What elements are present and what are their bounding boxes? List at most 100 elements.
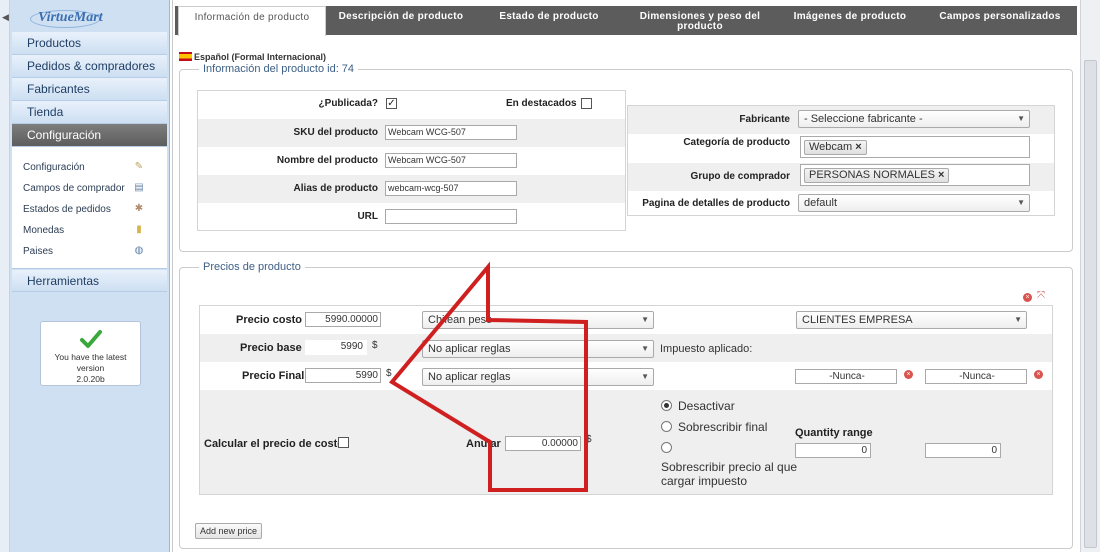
tax-applied-label: Impuesto aplicado: xyxy=(660,343,753,355)
date-to-input[interactable]: -Nunca- xyxy=(925,369,1027,384)
sidebar-menu: Productos Pedidos & compradores Fabrican… xyxy=(12,32,167,147)
manufacturer-select[interactable]: - Seleccione fabricante - ▼ xyxy=(798,110,1030,128)
submenu-item-paises[interactable]: Paises ◍ xyxy=(12,241,167,262)
tab-estado[interactable]: Estado de producto xyxy=(493,6,605,35)
tab-informacion[interactable]: Información de producto xyxy=(178,6,326,36)
sidebar-submenu: Configuración ✎ Campos de comprador ▤ Esta… xyxy=(12,147,167,269)
chevron-down-icon: ▼ xyxy=(641,344,649,353)
currency-select[interactable]: Chilean peso ▼ xyxy=(422,311,654,329)
final-rule-select[interactable]: No aplicar reglas ▼ xyxy=(422,368,654,386)
prices-legend: Precios de producto xyxy=(199,261,305,273)
clear-date-from-icon[interactable]: × xyxy=(904,370,913,379)
details-page-label: Pagina de detalles de producto xyxy=(642,198,790,209)
quantity-range-label: Quantity range xyxy=(795,427,873,439)
base-currency-symbol: $ xyxy=(372,340,378,351)
featured-label: En destacados xyxy=(506,98,577,109)
tab-campos[interactable]: Campos personalizados xyxy=(935,6,1065,35)
calc-cost-label: Calcular el precio de coste xyxy=(204,438,344,450)
main-border xyxy=(172,0,173,552)
language-label: Español (Formal Internacional) xyxy=(179,52,326,62)
shopper-group-tag-input[interactable]: PERSONAS NORMALES × xyxy=(800,164,1030,186)
chevron-down-icon: ▼ xyxy=(641,372,649,381)
calc-cost-checkbox[interactable] xyxy=(338,437,349,448)
manufacturer-label: Fabricante xyxy=(739,114,790,125)
add-new-price-button[interactable]: Add new price xyxy=(195,523,262,539)
final-input[interactable]: 5990 xyxy=(305,368,381,383)
collapse-arrow-icon[interactable]: ◀ xyxy=(2,12,9,23)
sidebar-item-pedidos[interactable]: Pedidos & compradores xyxy=(12,55,167,78)
tab-dimensiones[interactable]: Dimensiones y peso del producto xyxy=(637,6,763,35)
tab-descripcion[interactable]: Descripción de producto xyxy=(333,6,469,35)
name-input[interactable]: Webcam WCG-507 xyxy=(385,153,517,168)
radio-disable[interactable] xyxy=(661,400,672,411)
vertical-scrollbar[interactable] xyxy=(1080,0,1100,552)
chevron-down-icon: ▼ xyxy=(641,315,649,324)
date-from-input[interactable]: -Nunca- xyxy=(795,369,897,384)
chevron-down-icon: ▼ xyxy=(1017,198,1025,207)
submenu-item-configuracion[interactable]: Configuración ✎ xyxy=(12,157,167,178)
final-currency-symbol: $ xyxy=(386,368,392,379)
virtuemart-logo: VirtueMart xyxy=(14,8,164,30)
product-info-left: ¿Publicada? ✓ En destacados SKU del prod… xyxy=(197,90,626,231)
sku-input[interactable]: Webcam WCG-507 xyxy=(385,125,517,140)
cost-label: Precio costo xyxy=(236,314,303,326)
base-rule-select[interactable]: No aplicar reglas ▼ xyxy=(422,340,654,358)
price-table: Precio costo 5990.00000 Chilean peso ▼ CL… xyxy=(199,305,1053,495)
submenu-item-campos[interactable]: Campos de comprador ▤ xyxy=(12,178,167,199)
chevron-down-icon: ▼ xyxy=(1017,114,1025,123)
sidebar-item-configuracion[interactable]: Configuración xyxy=(12,124,167,147)
category-tag-input[interactable]: Webcam × xyxy=(800,136,1030,158)
url-label: URL xyxy=(357,211,378,222)
radio-override-final-label: Sobrescribir final xyxy=(678,420,768,434)
radio-override-final[interactable] xyxy=(661,421,672,432)
chevron-down-icon: ▼ xyxy=(1014,315,1022,324)
submenu-item-monedas[interactable]: Monedas ▮ xyxy=(12,220,167,241)
base-input[interactable]: 5990 xyxy=(305,340,367,355)
url-input[interactable] xyxy=(385,209,517,224)
product-info-legend: Información del producto id: 74 xyxy=(199,63,359,75)
product-info-right: Fabricante - Seleccione fabricante - ▼ Ca… xyxy=(627,105,1055,216)
sidebar-collapse-strip[interactable] xyxy=(0,0,10,552)
tab-imagenes[interactable]: Imágenes de producto xyxy=(787,6,913,35)
sidebar-item-tienda[interactable]: Tienda xyxy=(12,101,167,124)
sidebar-item-fabricantes[interactable]: Fabricantes xyxy=(12,78,167,101)
qty-from-input[interactable]: 0 xyxy=(795,443,871,458)
base-label: Precio base xyxy=(240,342,302,354)
override-currency-symbol: $ xyxy=(586,434,592,445)
details-page-select[interactable]: default ▼ xyxy=(798,194,1030,212)
wrench-icon: ✎ xyxy=(134,161,144,172)
sku-label: SKU del producto xyxy=(293,127,378,138)
radio-disable-label: Desactivar xyxy=(678,399,735,413)
sidebar-item-herramientas[interactable]: Herramientas xyxy=(12,270,167,292)
spain-flag-icon xyxy=(179,52,192,61)
featured-checkbox[interactable] xyxy=(581,98,592,109)
shopper-group-tag[interactable]: PERSONAS NORMALES × xyxy=(804,168,950,183)
name-label: Nombre del producto xyxy=(276,155,378,166)
category-tag[interactable]: Webcam × xyxy=(804,140,867,155)
remove-tag-icon[interactable]: × xyxy=(938,169,944,181)
published-label: ¿Publicada? xyxy=(318,98,378,109)
override-input[interactable]: 0.00000 xyxy=(505,436,581,451)
remove-tag-icon[interactable]: × xyxy=(855,141,861,153)
status-icon: ✱ xyxy=(134,203,144,214)
clear-date-to-icon[interactable]: × xyxy=(1034,370,1043,379)
tab-bar: Información de producto Descripción de p… xyxy=(175,6,1077,36)
scrollbar-thumb[interactable] xyxy=(1084,60,1097,548)
published-checkbox[interactable]: ✓ xyxy=(386,98,397,109)
shopper-group-price-select[interactable]: CLIENTES EMPRESA ▼ xyxy=(796,311,1027,329)
sidebar-item-productos[interactable]: Productos xyxy=(12,32,167,55)
category-label: Categoría de producto xyxy=(683,137,790,148)
cost-input[interactable]: 5990.00000 xyxy=(305,312,381,327)
alias-input[interactable]: webcam-wcg-507 xyxy=(385,181,517,196)
coins-icon: ▮ xyxy=(136,224,142,235)
radio-override-pretax[interactable] xyxy=(661,442,672,453)
check-icon xyxy=(80,330,102,348)
qty-to-input[interactable]: 0 xyxy=(925,443,1001,458)
remove-price-icon[interactable]: × xyxy=(1023,293,1032,302)
expand-icon[interactable]: ⤧ xyxy=(1037,290,1045,301)
alias-label: Alias de producto xyxy=(293,183,378,194)
submenu-item-estados[interactable]: Estados de pedidos ✱ xyxy=(12,199,167,220)
form-icon: ▤ xyxy=(134,182,144,193)
shopper-group-label: Grupo de comprador xyxy=(690,171,790,182)
globe-icon: ◍ xyxy=(134,245,144,256)
